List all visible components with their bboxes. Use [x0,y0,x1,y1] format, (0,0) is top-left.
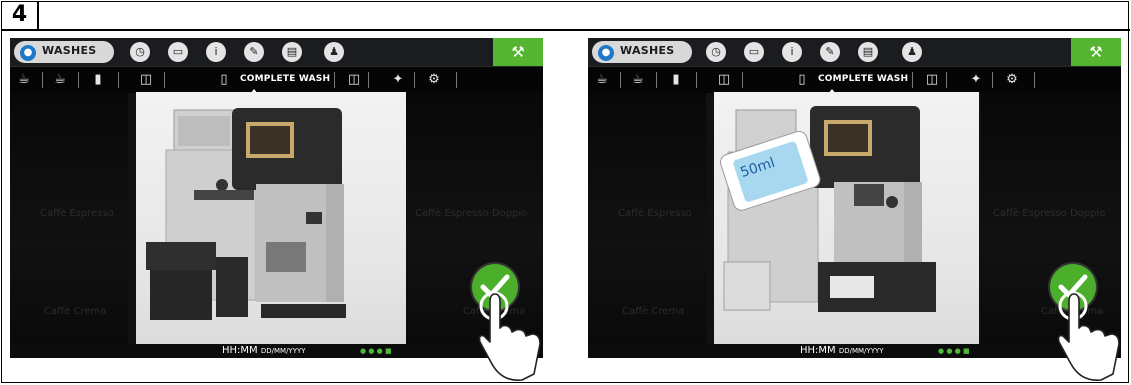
date: DD/MM/YYYY [260,347,306,355]
separator [118,72,119,88]
gear-icon[interactable]: ⚙ [1002,70,1022,90]
separator [414,72,415,88]
tab-washes[interactable]: ● WASHES [14,41,114,63]
ghost-label: Caffè Espresso [40,208,114,219]
machine-photo: 50ml [714,92,979,344]
folder-icon[interactable]: ▭ [744,42,764,62]
pencil-icon[interactable]: ✎ [820,42,840,62]
separator [946,72,947,88]
info-icon[interactable]: i [206,42,226,62]
separator [456,72,457,88]
cup-icon[interactable]: ☕ [628,70,648,90]
pointing-hand-icon [1057,291,1120,381]
date: DD/MM/YYYY [838,347,884,355]
top-bar: ● WASHES ◷ ▭ i ✎ ▤ ♟ ⚒ [588,38,1121,66]
coffee-machine-illustration [720,106,936,312]
ghost-label: Caffè Espresso Doppio [415,208,528,219]
separator [334,72,335,88]
person-icon[interactable]: ♟ [324,42,344,62]
separator [696,72,697,88]
status-icons: ● ● ● ■ [360,347,392,355]
ghost-label: Caffè Espresso Doppio [993,208,1106,219]
wrench-icon[interactable]: ⚒ [493,38,543,66]
machine-photo [136,92,406,344]
glass-icon[interactable]: ◫ [714,70,734,90]
status-icons: ● ● ● ■ [938,347,970,355]
clock: HH:MM DD/MM/YYYY [800,344,884,358]
clock-icon[interactable]: ◷ [706,42,726,62]
sparkle-icon[interactable]: ✦ [388,70,408,90]
separator [992,72,993,88]
time: HH:MM [800,345,836,356]
milk-icon[interactable]: ▮ [666,70,686,90]
cup-icon[interactable]: ☕ [50,70,70,90]
cups-icon[interactable]: ☕ [592,70,612,90]
separator [368,72,369,88]
tab-washes-label: WASHES [620,44,675,57]
menu-background-left: Caffè Espresso Caffè Crema [588,92,706,344]
separator [164,72,165,88]
section-complete-wash[interactable]: COMPLETE WASH [818,74,908,84]
sub-bar: ☕ ☕ ▮ ◫ ▯ COMPLETE WASH ◫ ✦ ⚙ [10,66,543,94]
cups-icon[interactable]: ☕ [14,70,34,90]
info-icon[interactable]: i [782,42,802,62]
ghost-label: Caffè Espresso [618,208,692,219]
header-rule [38,29,1130,31]
separator [1034,72,1035,88]
status-bar: HH:MM DD/MM/YYYY ● ● ● ■ [10,344,543,358]
step-number: 4 [1,1,39,31]
sparkle-icon[interactable]: ✦ [966,70,986,90]
coffee-machine-illustration [146,108,346,320]
clock-icon[interactable]: ◷ [130,42,150,62]
section-complete-wash[interactable]: COMPLETE WASH [240,74,330,84]
sub-bar: ☕ ☕ ▮ ◫ ▯ COMPLETE WASH ◫ ✦ ⚙ [588,66,1121,94]
status-bar: HH:MM DD/MM/YYYY ● ● ● ■ [588,344,1121,358]
separator [656,72,657,88]
glass-icon[interactable]: ◫ [344,70,364,90]
tab-washes-label: WASHES [42,44,97,57]
separator [42,72,43,88]
time: HH:MM [222,345,258,356]
pointing-hand-icon [478,291,541,381]
clock: HH:MM DD/MM/YYYY [222,344,306,358]
separator [620,72,621,88]
pencil-icon[interactable]: ✎ [244,42,264,62]
separator [742,72,743,88]
separator [912,72,913,88]
glass-icon[interactable]: ◫ [922,70,942,90]
detergent-icon[interactable]: ▯ [214,70,234,90]
wrench-icon[interactable]: ⚒ [1071,38,1121,66]
gear-icon[interactable]: ⚙ [424,70,444,90]
menu-background-left: Caffè Espresso Caffè Crema [10,92,128,344]
drop-icon: ● [598,45,614,61]
tab-washes[interactable]: ● WASHES [592,41,692,63]
printer-icon[interactable]: ▤ [282,42,302,62]
top-bar: ● WASHES ◷ ▭ i ✎ ▤ ♟ ⚒ [10,38,543,66]
ghost-label: Caffè Crema [622,306,685,317]
machine-screen-2: ● WASHES ◷ ▭ i ✎ ▤ ♟ ⚒ ☕ ☕ ▮ ◫ ▯ COMPLET… [588,38,1121,358]
printer-icon[interactable]: ▤ [858,42,878,62]
folder-icon[interactable]: ▭ [168,42,188,62]
person-icon[interactable]: ♟ [902,42,922,62]
machine-screen-1: ● WASHES ◷ ▭ i ✎ ▤ ♟ ⚒ ☕ ☕ ▮ ◫ ▯ COMPLET… [10,38,543,358]
ghost-label: Caffè Crema [44,306,107,317]
glass-icon[interactable]: ◫ [136,70,156,90]
detergent-icon[interactable]: ▯ [792,70,812,90]
milk-icon[interactable]: ▮ [88,70,108,90]
drop-icon: ● [20,45,36,61]
separator [78,72,79,88]
